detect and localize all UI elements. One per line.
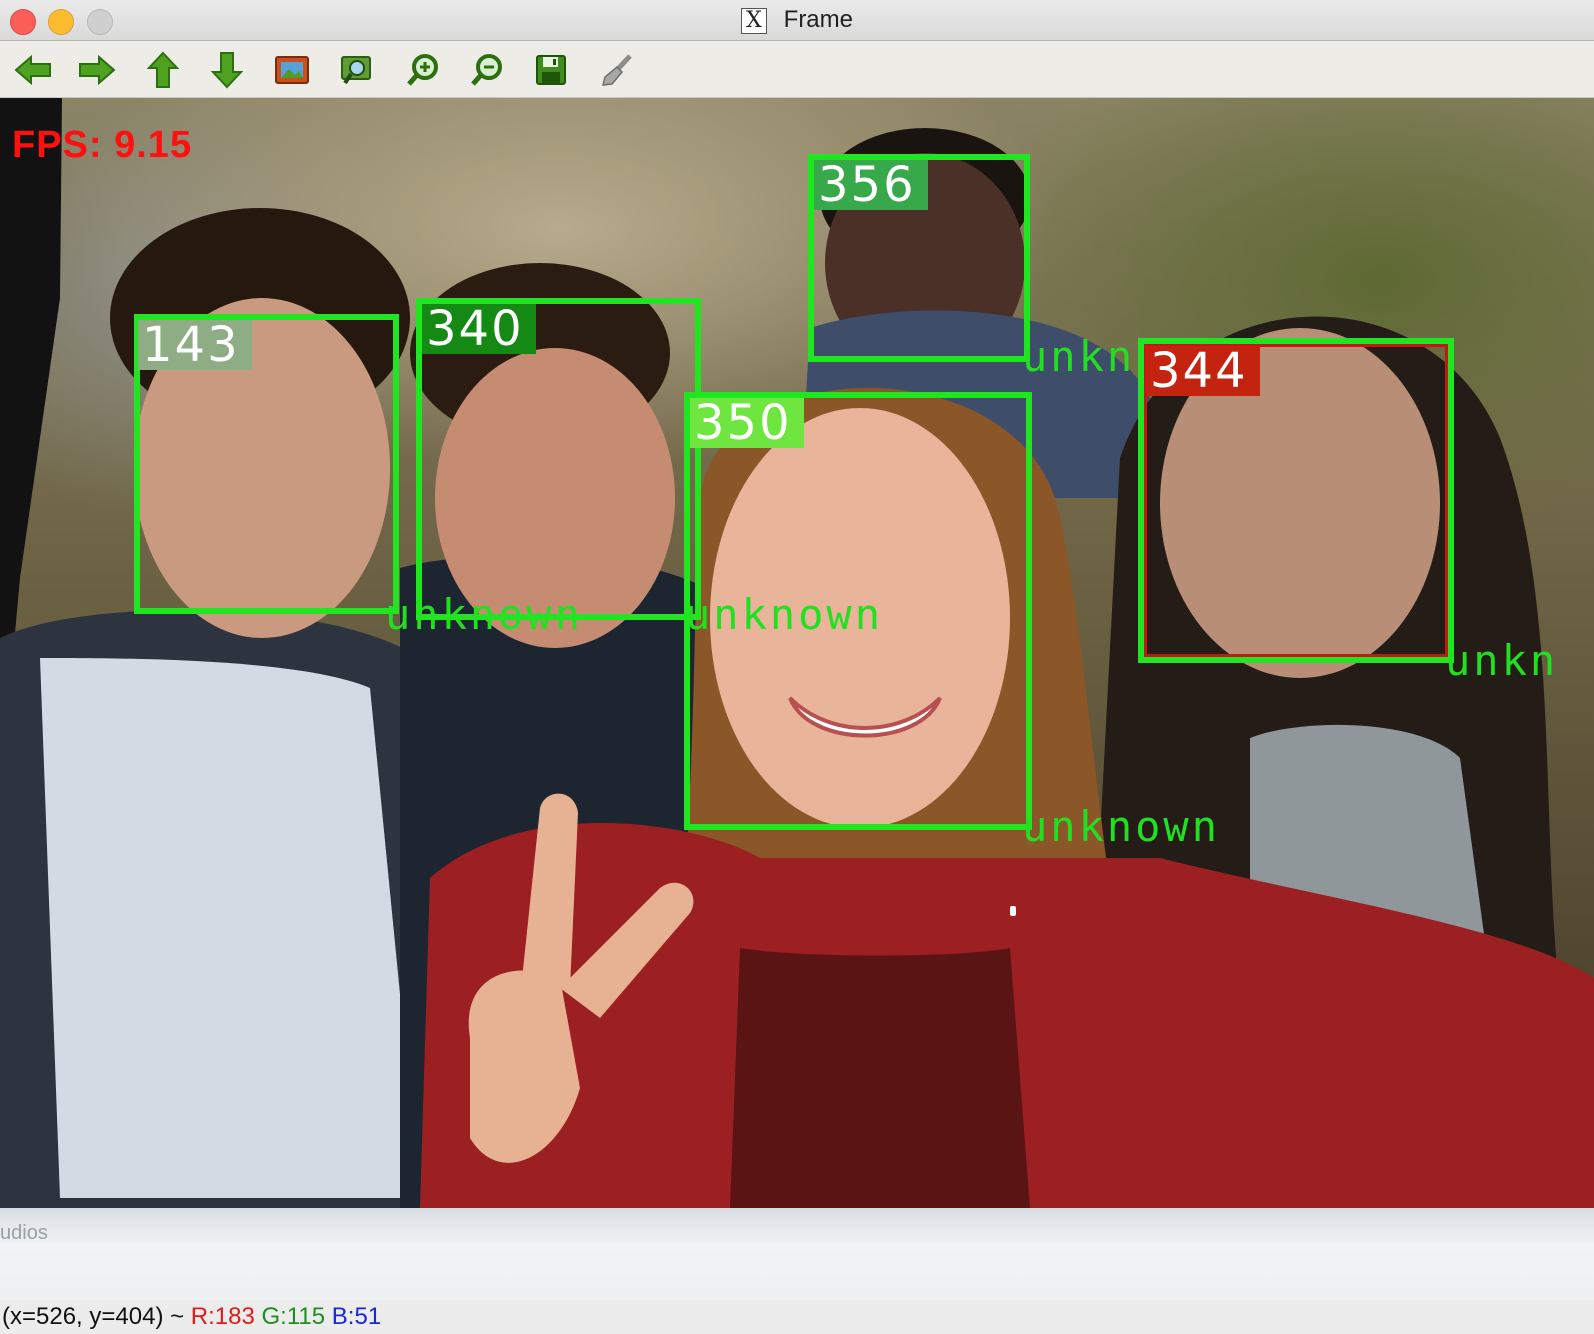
- title-bar: X Frame: [0, 0, 1594, 41]
- save-icon: [536, 55, 566, 85]
- face-id-label: 344: [1146, 346, 1260, 396]
- pixel-green-value: G:115: [261, 1303, 326, 1330]
- face-name-label: unkn: [1445, 636, 1559, 685]
- face-id-label: 350: [690, 398, 804, 448]
- face-id-label: 143: [138, 320, 252, 370]
- face-id-label: 356: [814, 160, 928, 210]
- zoom-in-button[interactable]: [402, 49, 444, 91]
- properties-button[interactable]: [596, 49, 638, 91]
- watermark-text: udios: [0, 1222, 48, 1244]
- pixel-red-value: R:183: [190, 1303, 255, 1330]
- zoom-out-button[interactable]: [466, 49, 508, 91]
- pan-down-button[interactable]: [206, 49, 248, 91]
- pan-left-button[interactable]: [12, 49, 54, 91]
- pan-up-button[interactable]: [142, 49, 184, 91]
- app-window: X Frame udios FPS: 9.15 143 unknown 340 …: [0, 0, 1594, 1334]
- x11-logo-icon: X: [740, 7, 767, 34]
- pan-right-icon: [79, 55, 116, 85]
- face-id-label: 340: [422, 304, 536, 354]
- video-frame[interactable]: udios FPS: 9.15 143 unknown 340 unknown …: [0, 98, 1594, 1300]
- face-name-label: unknown: [1022, 802, 1221, 851]
- pan-down-icon: [211, 52, 243, 89]
- status-bar: (x=526, y=404) ~ R:183 G:115 B:51: [0, 1300, 1594, 1334]
- face-box: [684, 392, 1032, 830]
- pan-up-icon: [147, 51, 179, 88]
- properties-icon: [602, 54, 632, 86]
- pan-left-icon: [14, 55, 51, 85]
- cursor-coords: (x=526, y=404) ~: [2, 1303, 191, 1330]
- zoom-fit-icon: [275, 56, 309, 84]
- mouse-cursor-icon: [1010, 906, 1016, 916]
- fps-counter: FPS: 9.15: [12, 124, 193, 166]
- pan-right-button[interactable]: [76, 49, 118, 91]
- zoom-region-button[interactable]: [336, 49, 378, 91]
- zoom-region-icon: [341, 56, 371, 85]
- zoom-fit-button[interactable]: [271, 49, 313, 91]
- zoom-in-icon: [407, 54, 438, 86]
- photo-bottom-margin: [0, 1208, 1594, 1300]
- toolbar: [0, 41, 1594, 98]
- window-title-group: X Frame: [0, 6, 1594, 34]
- zoom-out-icon: [471, 54, 502, 86]
- pixel-blue-value: B:51: [331, 1303, 382, 1330]
- window-title: Frame: [783, 6, 853, 33]
- save-button[interactable]: [530, 49, 572, 91]
